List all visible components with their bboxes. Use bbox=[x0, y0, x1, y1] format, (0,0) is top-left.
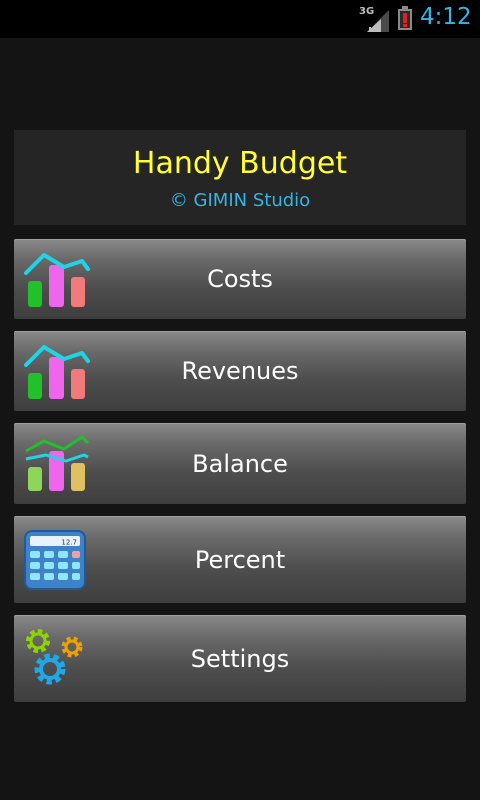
balance-button[interactable]: Balance bbox=[14, 423, 466, 504]
status-time: 4:12 bbox=[420, 4, 472, 30]
percent-button[interactable]: 12.7 Percent bbox=[14, 516, 466, 603]
battery-alert-icon bbox=[398, 6, 412, 30]
costs-label: Costs bbox=[207, 265, 273, 293]
app-header: Handy Budget © GIMIN Studio bbox=[14, 130, 466, 225]
revenues-button[interactable]: Revenues bbox=[14, 331, 466, 411]
balance-label: Balance bbox=[192, 450, 288, 478]
settings-button[interactable]: Settings bbox=[14, 615, 466, 702]
app-subtitle: © GIMIN Studio bbox=[169, 190, 311, 211]
percent-label: Percent bbox=[194, 546, 286, 574]
revenues-label: Revenues bbox=[181, 357, 299, 385]
network-indicator: 3G bbox=[359, 6, 389, 32]
settings-label: Settings bbox=[190, 645, 290, 673]
costs-button[interactable]: Costs bbox=[14, 239, 466, 319]
signal-icon bbox=[367, 10, 389, 32]
status-bar: 3G 4:12 bbox=[0, 0, 480, 38]
app-title: Handy Budget bbox=[132, 146, 348, 181]
